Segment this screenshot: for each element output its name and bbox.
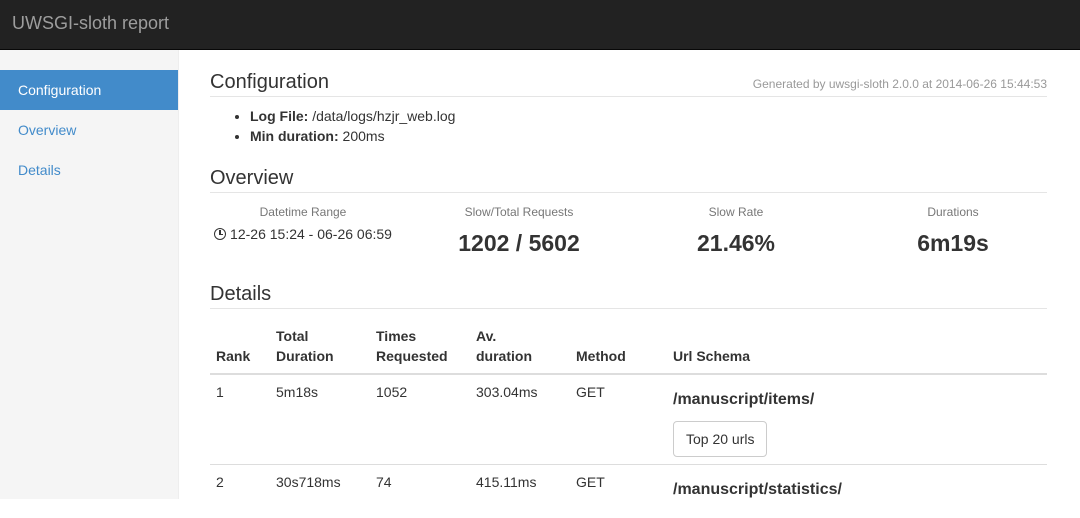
- table-row: 1 5m18s 1052 303.04ms GET /manuscript/it…: [210, 374, 1047, 465]
- cell-rank: 1: [210, 374, 270, 465]
- cell-method: GET: [570, 374, 667, 465]
- table-header-row: Rank TotalDuration TimesRequested Av.dur…: [210, 321, 1047, 374]
- details-table: Rank TotalDuration TimesRequested Av.dur…: [210, 321, 1047, 518]
- configuration-header: Configuration Generated by uwsgi-sloth 2…: [210, 50, 1047, 97]
- main-content: Configuration Generated by uwsgi-sloth 2…: [210, 50, 1047, 518]
- column-header-av-duration[interactable]: Av.duration: [470, 321, 570, 374]
- sidebar-item-details[interactable]: Details: [0, 150, 178, 190]
- rate-label: Slow Rate: [631, 205, 841, 219]
- clock-icon: [214, 228, 226, 240]
- table-row: 2 30s718ms 74 415.11ms GET /manuscript/s…: [210, 465, 1047, 518]
- cell-rank: 2: [210, 465, 270, 518]
- column-header-total-duration[interactable]: TotalDuration: [270, 321, 370, 374]
- sidebar-item-configuration[interactable]: Configuration: [0, 70, 178, 110]
- sidebar-item-overview[interactable]: Overview: [0, 110, 178, 150]
- list-item: Log File: /data/logs/hzjr_web.log: [250, 106, 1047, 126]
- datetime-value-row: 12-26 15:24 - 06-26 06:59: [198, 226, 408, 242]
- durations-value: 6m19s: [848, 230, 1058, 257]
- requests-value: 1202 / 5602: [414, 230, 624, 257]
- details-heading: Details: [210, 283, 271, 306]
- durations-label: Durations: [848, 205, 1058, 219]
- cell-url: /manuscript/statistics/: [667, 465, 1047, 518]
- overview-stats: Datetime Range 12-26 15:24 - 06-26 06:59…: [210, 193, 1047, 273]
- configuration-list: Log File: /data/logs/hzjr_web.log Min du…: [210, 106, 1047, 146]
- configuration-heading: Configuration: [210, 71, 329, 94]
- app-title[interactable]: UWSGI-sloth report: [12, 13, 169, 34]
- min-duration-value: 200ms: [343, 128, 385, 144]
- rate-stat: Slow Rate 21.46%: [631, 193, 841, 257]
- column-header-rank[interactable]: Rank: [210, 321, 270, 374]
- rate-value: 21.46%: [631, 230, 841, 257]
- requests-stat: Slow/Total Requests 1202 / 5602: [414, 193, 624, 257]
- cell-avg: 415.11ms: [470, 465, 570, 518]
- column-header-method[interactable]: Method: [570, 321, 667, 374]
- details-header: Details: [210, 273, 1047, 309]
- requests-label: Slow/Total Requests: [414, 205, 624, 219]
- datetime-stat: Datetime Range 12-26 15:24 - 06-26 06:59: [198, 193, 408, 242]
- list-item: Min duration: 200ms: [250, 126, 1047, 146]
- cell-times: 1052: [370, 374, 470, 465]
- top-urls-button[interactable]: Top 20 urls: [673, 421, 767, 457]
- cell-avg: 303.04ms: [470, 374, 570, 465]
- overview-header: Overview: [210, 146, 1047, 193]
- top-navbar: UWSGI-sloth report: [0, 0, 1080, 50]
- datetime-label: Datetime Range: [198, 205, 408, 219]
- cell-url: /manuscript/items/ Top 20 urls: [667, 374, 1047, 465]
- durations-stat: Durations 6m19s: [848, 193, 1058, 257]
- cell-method: GET: [570, 465, 667, 518]
- url-schema: /manuscript/statistics/: [673, 480, 1041, 500]
- min-duration-label: Min duration:: [250, 128, 339, 144]
- log-file-value: /data/logs/hzjr_web.log: [312, 108, 455, 124]
- column-header-times-requested[interactable]: TimesRequested: [370, 321, 470, 374]
- log-file-label: Log File:: [250, 108, 308, 124]
- cell-total: 30s718ms: [270, 465, 370, 518]
- datetime-value: 12-26 15:24 - 06-26 06:59: [230, 226, 392, 242]
- column-header-url-schema[interactable]: Url Schema: [667, 321, 1047, 374]
- generated-info: Generated by uwsgi-sloth 2.0.0 at 2014-0…: [753, 77, 1047, 91]
- sidebar: Configuration Overview Details: [0, 50, 179, 499]
- cell-total: 5m18s: [270, 374, 370, 465]
- cell-times: 74: [370, 465, 470, 518]
- overview-heading: Overview: [210, 167, 293, 190]
- url-schema: /manuscript/items/: [673, 390, 1041, 410]
